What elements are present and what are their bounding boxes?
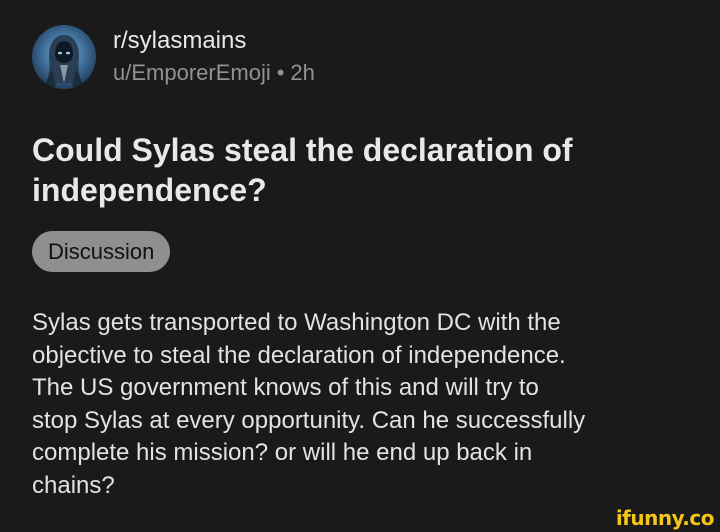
hooded-figure-icon: [44, 35, 84, 87]
post-card: r/sylasmains u/EmporerEmoji • 2h Could Syl…: [0, 0, 720, 532]
subreddit-avatar[interactable]: [32, 25, 96, 89]
author-name[interactable]: u/EmporerEmoji: [113, 60, 271, 85]
post-age: 2h: [290, 60, 315, 85]
subreddit-name[interactable]: r/sylasmains: [113, 26, 315, 56]
post-body: Sylas gets transported to Washington DC …: [32, 309, 586, 499]
byline: u/EmporerEmoji • 2h: [113, 58, 315, 88]
post-meta: r/sylasmains u/EmporerEmoji • 2h: [113, 26, 315, 88]
post-header: r/sylasmains u/EmporerEmoji • 2h: [32, 24, 315, 90]
flair-badge[interactable]: Discussion: [32, 231, 171, 272]
post-title[interactable]: Could Sylas steal the declaration of ind…: [32, 130, 672, 210]
ifunny-watermark-logo: ifunny.co: [615, 506, 715, 530]
separator-dot: •: [276, 60, 285, 85]
